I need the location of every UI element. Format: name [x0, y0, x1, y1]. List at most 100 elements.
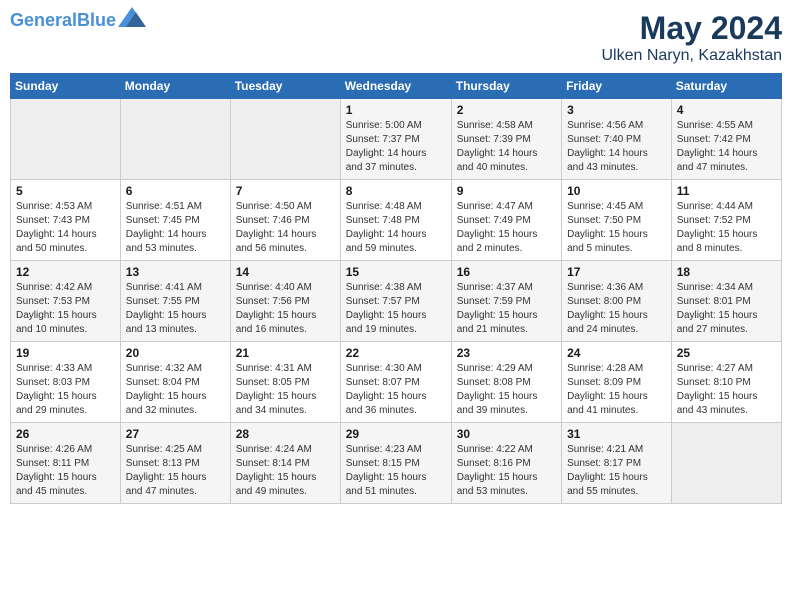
calendar-day-cell: 7 Sunrise: 4:50 AMSunset: 7:46 PMDaylight…: [230, 180, 340, 261]
day-number: 25: [677, 346, 776, 360]
day-number: 4: [677, 103, 776, 117]
weekday-header-cell: Friday: [562, 74, 672, 99]
day-number: 27: [126, 427, 225, 441]
calendar-body: 1 Sunrise: 5:00 AMSunset: 7:37 PMDaylight…: [11, 99, 782, 504]
weekday-header-cell: Sunday: [11, 74, 121, 99]
calendar-day-cell: [671, 423, 781, 504]
day-info: Sunrise: 4:28 AMSunset: 8:09 PMDaylight:…: [567, 362, 666, 418]
day-info: Sunrise: 4:33 AMSunset: 8:03 PMDaylight:…: [16, 362, 115, 418]
calendar-day-cell: 12 Sunrise: 4:42 AMSunset: 7:53 PMDayligh…: [11, 261, 121, 342]
calendar-day-cell: 6 Sunrise: 4:51 AMSunset: 7:45 PMDaylight…: [120, 180, 230, 261]
day-info: Sunrise: 4:24 AMSunset: 8:14 PMDaylight:…: [236, 443, 335, 499]
calendar-day-cell: 16 Sunrise: 4:37 AMSunset: 7:59 PMDayligh…: [451, 261, 561, 342]
calendar-day-cell: [11, 99, 121, 180]
day-info: Sunrise: 4:36 AMSunset: 8:00 PMDaylight:…: [567, 281, 666, 337]
day-number: 22: [346, 346, 446, 360]
weekday-header-cell: Saturday: [671, 74, 781, 99]
day-number: 28: [236, 427, 335, 441]
calendar-day-cell: 25 Sunrise: 4:27 AMSunset: 8:10 PMDayligh…: [671, 342, 781, 423]
day-info: Sunrise: 4:45 AMSunset: 7:50 PMDaylight:…: [567, 200, 666, 256]
day-number: 10: [567, 184, 666, 198]
calendar-day-cell: [230, 99, 340, 180]
day-number: 7: [236, 184, 335, 198]
day-number: 2: [457, 103, 556, 117]
calendar-day-cell: 26Sunrise: 4:26 AMSunset: 8:11 PMDayligh…: [11, 423, 121, 504]
calendar-day-cell: 11Sunrise: 4:44 AMSunset: 7:52 PMDayligh…: [671, 180, 781, 261]
calendar-day-cell: 23 Sunrise: 4:29 AMSunset: 8:08 PMDayligh…: [451, 342, 561, 423]
day-info: Sunrise: 4:31 AMSunset: 8:05 PMDaylight:…: [236, 362, 335, 418]
day-info: Sunrise: 4:58 AMSunset: 7:39 PMDaylight:…: [457, 119, 556, 175]
day-info: Sunrise: 4:48 AMSunset: 7:48 PMDaylight:…: [346, 200, 446, 256]
location-subtitle: Ulken Naryn, Kazakhstan: [601, 47, 782, 65]
day-number: 11: [677, 184, 776, 198]
calendar-day-cell: 28 Sunrise: 4:24 AMSunset: 8:14 PMDayligh…: [230, 423, 340, 504]
logo-text: GeneralBlue: [10, 10, 116, 31]
calendar-day-cell: 8 Sunrise: 4:48 AMSunset: 7:48 PMDaylight…: [340, 180, 451, 261]
day-number: 14: [236, 265, 335, 279]
calendar-week-row: 26Sunrise: 4:26 AMSunset: 8:11 PMDayligh…: [11, 423, 782, 504]
calendar-day-cell: 27 Sunrise: 4:25 AMSunset: 8:13 PMDayligh…: [120, 423, 230, 504]
day-number: 3: [567, 103, 666, 117]
calendar-day-cell: 22Sunrise: 4:30 AMSunset: 8:07 PMDayligh…: [340, 342, 451, 423]
day-info: Sunrise: 4:27 AMSunset: 8:10 PMDaylight:…: [677, 362, 776, 418]
day-number: 24: [567, 346, 666, 360]
calendar-day-cell: [120, 99, 230, 180]
calendar-day-cell: 13 Sunrise: 4:41 AMSunset: 7:55 PMDayligh…: [120, 261, 230, 342]
calendar-day-cell: 18 Sunrise: 4:34 AMSunset: 8:01 PMDayligh…: [671, 261, 781, 342]
weekday-header-row: SundayMondayTuesdayWednesdayThursdayFrid…: [11, 74, 782, 99]
calendar-day-cell: 3 Sunrise: 4:56 AMSunset: 7:40 PMDaylight…: [562, 99, 672, 180]
day-number: 30: [457, 427, 556, 441]
day-info: Sunrise: 4:25 AMSunset: 8:13 PMDaylight:…: [126, 443, 225, 499]
day-number: 12: [16, 265, 115, 279]
day-number: 13: [126, 265, 225, 279]
day-info: Sunrise: 4:37 AMSunset: 7:59 PMDaylight:…: [457, 281, 556, 337]
calendar-day-cell: 14Sunrise: 4:40 AMSunset: 7:56 PMDayligh…: [230, 261, 340, 342]
day-number: 15: [346, 265, 446, 279]
day-info: Sunrise: 4:32 AMSunset: 8:04 PMDaylight:…: [126, 362, 225, 418]
calendar-day-cell: 24 Sunrise: 4:28 AMSunset: 8:09 PMDayligh…: [562, 342, 672, 423]
day-info: Sunrise: 4:29 AMSunset: 8:08 PMDaylight:…: [457, 362, 556, 418]
day-number: 21: [236, 346, 335, 360]
day-info: Sunrise: 5:00 AMSunset: 7:37 PMDaylight:…: [346, 119, 446, 175]
day-info: Sunrise: 4:53 AMSunset: 7:43 PMDaylight:…: [16, 200, 115, 256]
weekday-header-cell: Thursday: [451, 74, 561, 99]
day-info: Sunrise: 4:34 AMSunset: 8:01 PMDaylight:…: [677, 281, 776, 337]
day-number: 29: [346, 427, 446, 441]
logo: GeneralBlue: [10, 10, 146, 31]
day-number: 8: [346, 184, 446, 198]
day-number: 18: [677, 265, 776, 279]
calendar-day-cell: 1 Sunrise: 5:00 AMSunset: 7:37 PMDaylight…: [340, 99, 451, 180]
title-block: May 2024 Ulken Naryn, Kazakhstan: [601, 10, 782, 65]
calendar-week-row: 12 Sunrise: 4:42 AMSunset: 7:53 PMDayligh…: [11, 261, 782, 342]
day-info: Sunrise: 4:50 AMSunset: 7:46 PMDaylight:…: [236, 200, 335, 256]
calendar-week-row: 19Sunrise: 4:33 AMSunset: 8:03 PMDayligh…: [11, 342, 782, 423]
calendar-day-cell: 10 Sunrise: 4:45 AMSunset: 7:50 PMDayligh…: [562, 180, 672, 261]
day-number: 20: [126, 346, 225, 360]
calendar-day-cell: 19Sunrise: 4:33 AMSunset: 8:03 PMDayligh…: [11, 342, 121, 423]
day-info: Sunrise: 4:55 AMSunset: 7:42 PMDaylight:…: [677, 119, 776, 175]
day-number: 23: [457, 346, 556, 360]
day-info: Sunrise: 4:22 AMSunset: 8:16 PMDaylight:…: [457, 443, 556, 499]
logo-icon: [118, 7, 146, 27]
weekday-header-cell: Monday: [120, 74, 230, 99]
day-info: Sunrise: 4:21 AMSunset: 8:17 PMDaylight:…: [567, 443, 666, 499]
weekday-header-cell: Tuesday: [230, 74, 340, 99]
calendar-day-cell: 2 Sunrise: 4:58 AMSunset: 7:39 PMDaylight…: [451, 99, 561, 180]
day-number: 31: [567, 427, 666, 441]
calendar-day-cell: 4 Sunrise: 4:55 AMSunset: 7:42 PMDaylight…: [671, 99, 781, 180]
day-number: 1: [346, 103, 446, 117]
calendar-day-cell: 30 Sunrise: 4:22 AMSunset: 8:16 PMDayligh…: [451, 423, 561, 504]
day-number: 16: [457, 265, 556, 279]
day-info: Sunrise: 4:51 AMSunset: 7:45 PMDaylight:…: [126, 200, 225, 256]
day-info: Sunrise: 4:42 AMSunset: 7:53 PMDaylight:…: [16, 281, 115, 337]
day-info: Sunrise: 4:38 AMSunset: 7:57 PMDaylight:…: [346, 281, 446, 337]
calendar-day-cell: 5Sunrise: 4:53 AMSunset: 7:43 PMDaylight…: [11, 180, 121, 261]
day-info: Sunrise: 4:41 AMSunset: 7:55 PMDaylight:…: [126, 281, 225, 337]
day-number: 6: [126, 184, 225, 198]
calendar-day-cell: 20 Sunrise: 4:32 AMSunset: 8:04 PMDayligh…: [120, 342, 230, 423]
calendar-day-cell: 9Sunrise: 4:47 AMSunset: 7:49 PMDaylight…: [451, 180, 561, 261]
day-info: Sunrise: 4:26 AMSunset: 8:11 PMDaylight:…: [16, 443, 115, 499]
day-info: Sunrise: 4:56 AMSunset: 7:40 PMDaylight:…: [567, 119, 666, 175]
calendar-day-cell: 21 Sunrise: 4:31 AMSunset: 8:05 PMDayligh…: [230, 342, 340, 423]
page-header: GeneralBlue May 2024 Ulken Naryn, Kazakh…: [10, 10, 782, 65]
